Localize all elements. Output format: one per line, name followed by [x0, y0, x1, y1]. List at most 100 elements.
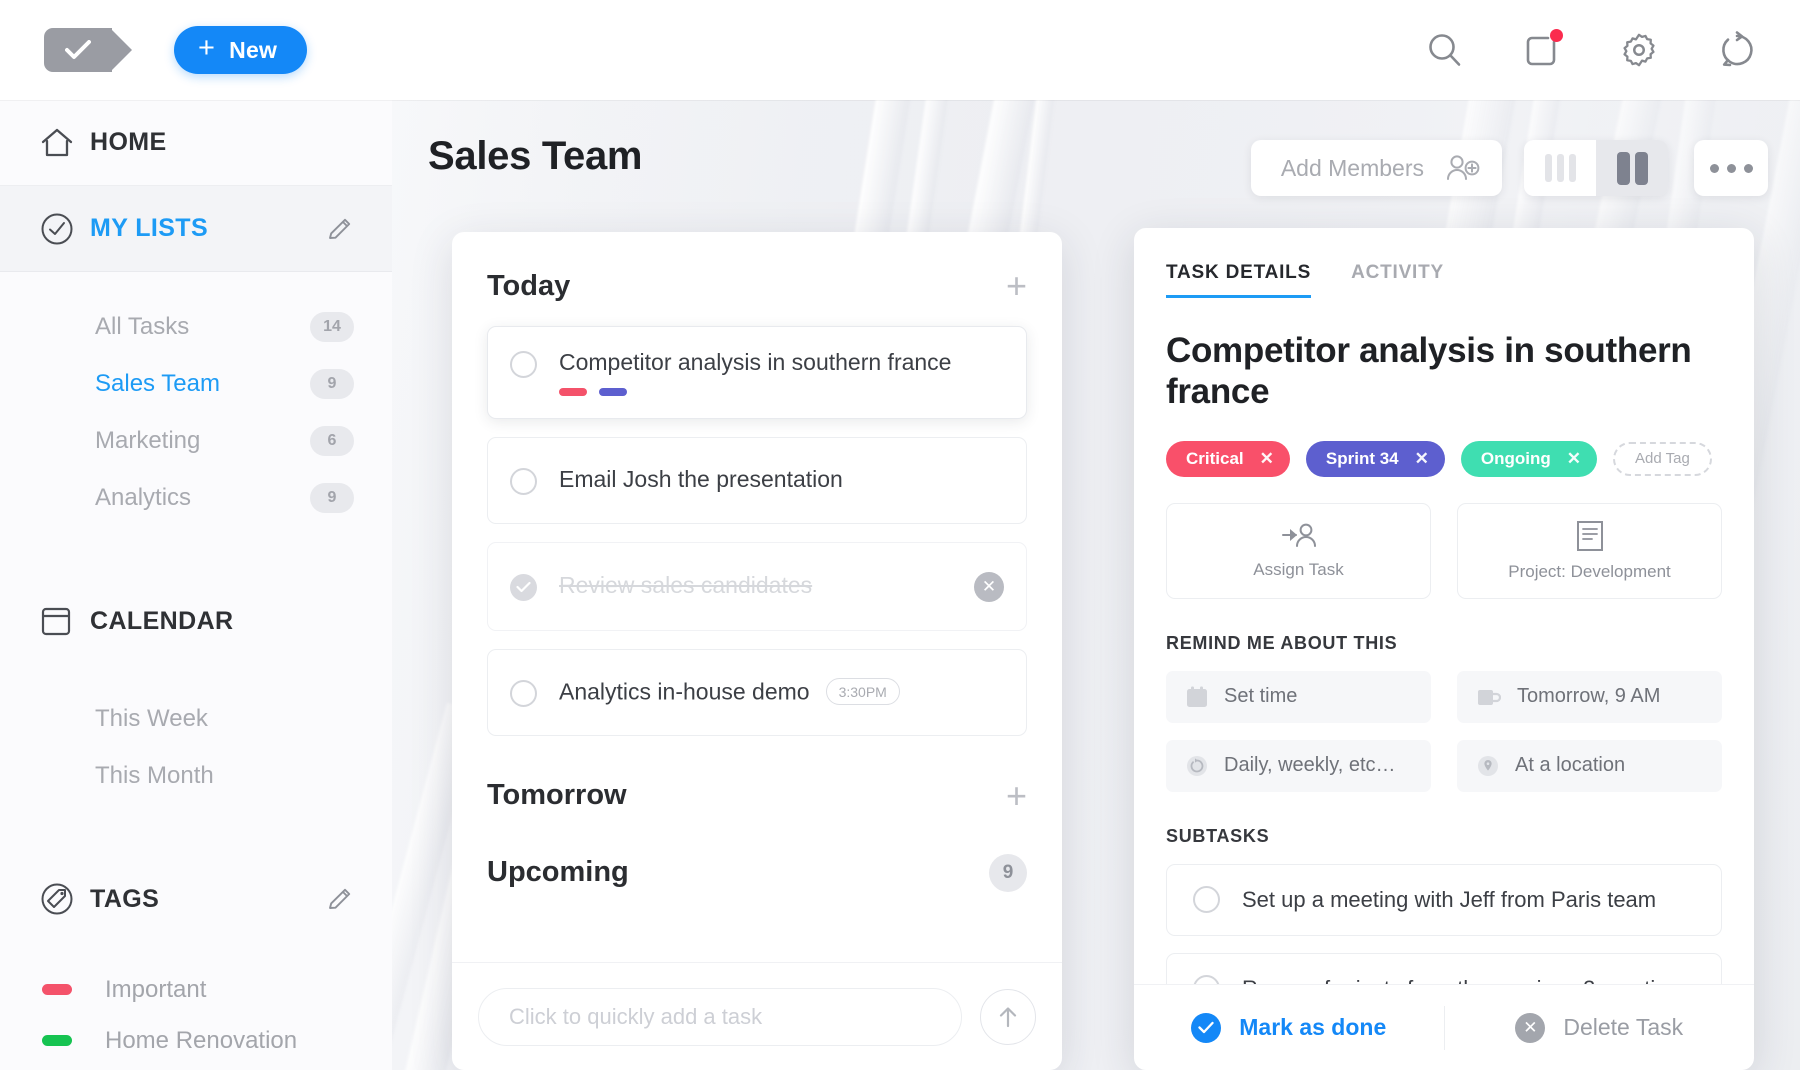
check-circle-icon — [1191, 1012, 1222, 1043]
sidebar-tag-critical[interactable]: Critical — [0, 1066, 392, 1070]
two-column-view-icon[interactable] — [1596, 140, 1668, 196]
list-count-badge: 9 — [310, 482, 354, 513]
sidebar-home-label: HOME — [90, 128, 167, 156]
sidebar-item-calendar[interactable]: CALENDAR — [0, 578, 392, 664]
sidebar-item-my-lists[interactable]: MY LISTS — [0, 186, 392, 272]
sidebar-item-sales-team[interactable]: Sales Team 9 — [0, 355, 392, 412]
close-icon[interactable]: ✕ — [1260, 449, 1274, 469]
clear-task-icon[interactable]: ✕ — [974, 571, 1004, 602]
task-content: Analytics in-house demo 3:30PM — [559, 678, 1004, 706]
add-task-today-button[interactable]: + — [1006, 268, 1027, 304]
subtask-checkbox[interactable] — [1193, 975, 1220, 984]
more-options-icon[interactable] — [1694, 140, 1768, 196]
tab-task-details[interactable]: TASK DETAILS — [1166, 262, 1312, 298]
sidebar-item-this-month[interactable]: This Month — [0, 747, 392, 804]
calendar-icon — [40, 605, 90, 637]
notifications-icon[interactable] — [1524, 29, 1563, 68]
tag-chip-sprint-34[interactable]: Sprint 34 ✕ — [1305, 440, 1445, 477]
tag-chip-label: Ongoing — [1480, 448, 1551, 468]
tag-chip-ongoing[interactable]: Ongoing ✕ — [1460, 440, 1598, 477]
subtask-row[interactable]: Set up a meeting with Jeff from Paris te… — [1166, 863, 1722, 936]
reminder-set-time[interactable]: Set time — [1166, 670, 1431, 723]
add-members-button[interactable]: Add Members — [1250, 140, 1502, 196]
pencil-icon[interactable] — [326, 215, 354, 243]
tab-activity[interactable]: ACTIVITY — [1351, 262, 1444, 298]
task-checkbox[interactable] — [510, 679, 537, 707]
sidebar-item-marketing[interactable]: Marketing 6 — [0, 412, 392, 469]
delete-task-label: Delete Task — [1563, 1014, 1684, 1040]
search-icon[interactable] — [1426, 31, 1464, 69]
sidebar-item-home[interactable]: HOME — [0, 100, 392, 186]
sidebar-item-analytics[interactable]: Analytics 9 — [0, 469, 392, 526]
tag-color-swatch — [42, 984, 72, 995]
close-icon[interactable]: ✕ — [1567, 449, 1581, 469]
reminder-label: Tomorrow, 9 AM — [1517, 685, 1661, 708]
section-title: Tomorrow — [487, 779, 627, 812]
task-row[interactable]: Competitor analysis in southern france — [487, 326, 1027, 419]
task-checkbox[interactable] — [510, 351, 537, 378]
task-content: Competitor analysis in southern france — [559, 349, 1004, 396]
close-icon[interactable]: ✕ — [1415, 449, 1429, 469]
sync-refresh-icon[interactable] — [1718, 31, 1756, 69]
task-label: Email Josh the presentation — [559, 465, 843, 492]
reminder-label: Set time — [1224, 685, 1298, 708]
app-logo[interactable] — [44, 28, 132, 72]
content-toolbar: Add Members — [1250, 140, 1768, 196]
task-tag-swatch — [559, 387, 587, 396]
search-input quick-add-input[interactable] — [478, 987, 962, 1046]
subtask-checkbox[interactable] — [1193, 886, 1220, 914]
sidebar-item-tags[interactable]: TAGS — [0, 856, 392, 942]
sidebar-item-all-tasks[interactable]: All Tasks 14 — [0, 298, 392, 355]
reminder-options: Set time Tomorrow, 9 AM Daily, weekly, e… — [1166, 670, 1722, 792]
remind-section-label: REMIND ME ABOUT THIS — [1166, 632, 1398, 653]
task-row[interactable]: Email Josh the presentation — [487, 436, 1027, 524]
reminder-label: At a location — [1515, 754, 1626, 777]
add-tag-button[interactable]: Add Tag — [1613, 441, 1712, 476]
three-column-view-icon[interactable] — [1524, 140, 1596, 196]
new-button-label: New — [229, 36, 278, 63]
list-label: All Tasks — [95, 312, 190, 340]
sidebar-tag-items: Important Home Renovation Critical — [0, 942, 392, 1070]
mug-icon — [1477, 686, 1502, 708]
quick-add-bar — [452, 962, 1062, 1070]
detail-footer: Mark as done ✕ Delete Task — [1134, 984, 1754, 1070]
add-task-tomorrow-button[interactable]: + — [1006, 777, 1027, 814]
reminder-repeat[interactable]: Daily, weekly, etc… — [1166, 739, 1431, 792]
subtask-row[interactable]: Recap of rejects from the previous 3 mee… — [1166, 952, 1722, 984]
task-label: Review sales candidates — [559, 572, 813, 599]
task-detail-panel: TASK DETAILS ACTIVITY Competitor analysi… — [1134, 228, 1754, 1070]
section-header-tomorrow: Tomorrow + — [487, 777, 1027, 814]
plus-icon: + — [198, 32, 216, 64]
pencil-icon[interactable] — [326, 885, 354, 913]
project-button[interactable]: Project: Development — [1457, 502, 1722, 599]
sidebar-tag-home-renovation[interactable]: Home Renovation — [0, 1015, 392, 1066]
arrow-up-icon[interactable] — [980, 988, 1036, 1045]
reminder-location[interactable]: At a location — [1457, 739, 1722, 792]
task-row[interactable]: Analytics in-house demo 3:30PM — [487, 648, 1027, 736]
assign-task-button[interactable]: Assign Task — [1166, 502, 1431, 599]
add-person-icon — [1446, 154, 1480, 182]
task-row[interactable]: Review sales candidates ✕ — [487, 541, 1027, 631]
sidebar-tag-important[interactable]: Important — [0, 964, 392, 1015]
reminder-tomorrow[interactable]: Tomorrow, 9 AM — [1457, 670, 1722, 723]
document-icon — [1576, 520, 1604, 552]
task-tag-swatch — [599, 387, 627, 396]
sidebar-item-this-week[interactable]: This Week — [0, 690, 392, 747]
mark-as-done-button[interactable]: Mark as done — [1134, 985, 1444, 1070]
subtasks-section-label: SUBTASKS — [1166, 825, 1270, 846]
delete-task-button[interactable]: ✕ Delete Task — [1445, 985, 1755, 1070]
settings-gear-icon[interactable] — [1620, 31, 1658, 69]
task-checkbox[interactable] — [510, 467, 537, 495]
topbar-actions — [1426, 29, 1756, 69]
tag-chip-critical[interactable]: Critical ✕ — [1166, 440, 1290, 477]
tag-chip-label: Critical — [1186, 448, 1244, 468]
assign-person-icon — [1281, 522, 1317, 550]
task-list-panel: Today + Competitor analysis in southern … — [452, 232, 1062, 1070]
new-button[interactable]: + New — [174, 26, 308, 74]
sidebar-calendar-label: CALENDAR — [90, 606, 234, 635]
task-checkbox[interactable] — [510, 573, 537, 601]
task-detail-body: TASK DETAILS ACTIVITY Competitor analysi… — [1134, 228, 1754, 984]
list-count-badge: 14 — [310, 311, 354, 342]
